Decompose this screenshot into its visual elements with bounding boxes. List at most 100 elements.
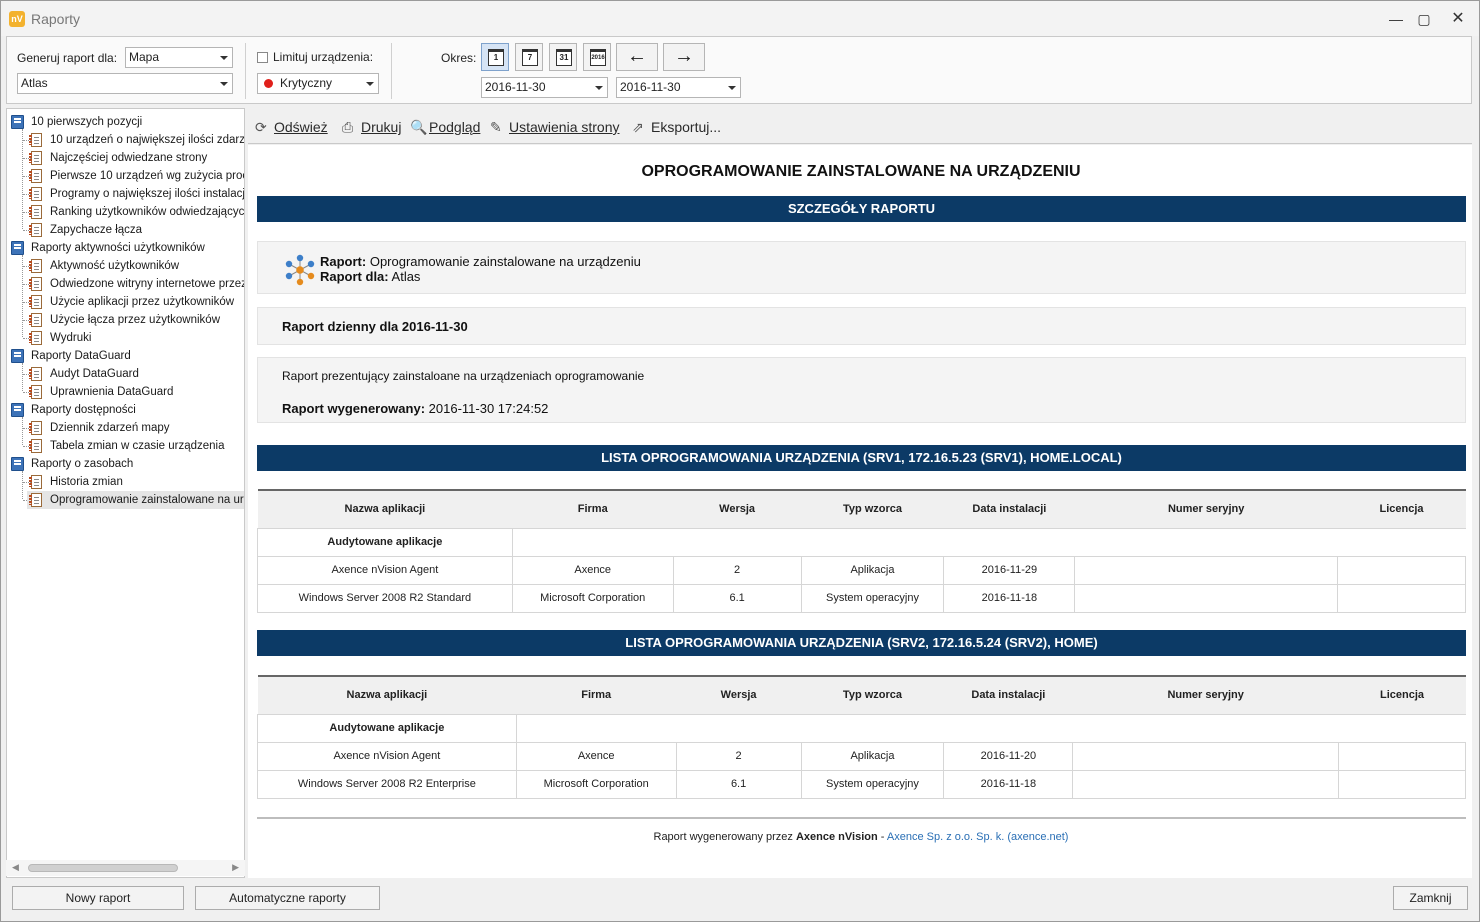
column-header: Licencja bbox=[1337, 489, 1466, 528]
report-doc-icon bbox=[29, 439, 42, 453]
report-tree: 10 pierwszych pozycji 10 urządzeń o najw… bbox=[6, 108, 245, 878]
period-month-button[interactable]: 31 bbox=[549, 43, 577, 71]
tree-item-label: 10 urządzeń o największej ilości zdarzeń bbox=[50, 134, 245, 146]
maximize-icon[interactable]: ▢ bbox=[1413, 9, 1435, 29]
tree-item[interactable]: Użycie łącza przez użytkowników bbox=[29, 311, 220, 329]
description-box: Raport prezentujący zainstaloane na urzą… bbox=[257, 357, 1466, 423]
tree-item[interactable]: Użycie aplikacji przez użytkowników bbox=[29, 293, 234, 311]
table-cell: 2016-11-18 bbox=[943, 769, 1074, 799]
column-header: Numer seryjny bbox=[1074, 489, 1338, 528]
chevron-down-icon bbox=[366, 82, 374, 86]
automatic-reports-button[interactable]: Automatyczne raporty bbox=[195, 886, 380, 910]
table-cell bbox=[515, 713, 1466, 743]
report-options-toolbar: Generuj raport dla: Mapa Atlas Limituj u… bbox=[6, 36, 1472, 104]
scroll-left-icon[interactable]: ◀ bbox=[12, 862, 19, 873]
report-type-dropdown[interactable]: Mapa bbox=[125, 47, 233, 68]
export-icon: ⇗ bbox=[632, 119, 644, 135]
period-year-button[interactable]: 2016 bbox=[583, 43, 611, 71]
limit-devices-checkbox[interactable] bbox=[257, 52, 268, 63]
tree-line bbox=[22, 255, 23, 337]
report-type-value: Mapa bbox=[129, 50, 160, 64]
divider bbox=[245, 43, 246, 99]
report-actions-toolbar: ⟳ Odśwież ⎙ Drukuj 🔍 Podgląd ✎ Ustawienia st… bbox=[248, 110, 1472, 144]
table-row: Windows Server 2008 R2 Standard Microsof… bbox=[257, 583, 1466, 613]
tree-group-user-activity[interactable]: Raporty aktywności użytkowników bbox=[11, 239, 205, 257]
refresh-button[interactable]: ⟳ Odśwież bbox=[255, 119, 328, 136]
tree-item[interactable]: Ranking użytkowników odwiedzających stro… bbox=[29, 203, 244, 221]
tree-item[interactable]: Pierwsze 10 urządzeń wg zużycia procesor… bbox=[29, 167, 244, 185]
tree-item[interactable]: Najczęściej odwiedzane strony bbox=[29, 149, 207, 167]
report-doc-icon bbox=[29, 313, 42, 327]
tree-item[interactable]: 10 urządzeń o największej ilości zdarzeń bbox=[29, 131, 245, 149]
scrollbar-thumb[interactable] bbox=[28, 864, 178, 872]
tree-group-top10[interactable]: 10 pierwszych pozycji bbox=[11, 113, 142, 131]
tree-item[interactable]: Wydruki bbox=[29, 329, 91, 347]
export-button[interactable]: ⇗ Eksportuj... bbox=[632, 119, 721, 136]
report-title: OPROGRAMOWANIE ZAINSTALOWANE NA URZĄDZEN… bbox=[641, 163, 1081, 180]
report-doc-icon bbox=[29, 493, 42, 507]
column-header: Data instalacji bbox=[943, 489, 1075, 528]
export-label: Eksportuj... bbox=[651, 119, 722, 135]
date-to-picker[interactable]: 2016-11-30 bbox=[616, 77, 741, 98]
report-doc-icon bbox=[29, 169, 42, 183]
preview-button[interactable]: 🔍 Podgląd bbox=[410, 119, 480, 136]
table-cell: 2016-11-20 bbox=[943, 741, 1074, 771]
tree-item[interactable]: Audyt DataGuard bbox=[29, 365, 139, 383]
footer-company-link[interactable]: Axence Sp. z o.o. Sp. k. (axence.net) bbox=[887, 831, 1069, 843]
report-for-label: Raport dla: bbox=[320, 269, 389, 284]
close-button[interactable]: Zamknij bbox=[1393, 886, 1468, 910]
previous-period-button[interactable]: ← bbox=[616, 43, 658, 71]
tree-group-assets[interactable]: Raporty o zasobach bbox=[11, 455, 133, 473]
next-period-button[interactable]: → bbox=[663, 43, 705, 71]
tree-item[interactable]: Dziennik zdarzeń mapy bbox=[29, 419, 170, 437]
column-header: Licencja bbox=[1338, 675, 1466, 714]
report-description: Raport prezentujący zainstaloane na urzą… bbox=[282, 369, 645, 383]
page-settings-button[interactable]: ✎ Ustawienia strony bbox=[490, 119, 620, 136]
report-target-dropdown[interactable]: Atlas bbox=[17, 73, 233, 94]
scroll-right-icon[interactable]: ▶ bbox=[232, 862, 239, 873]
tree-group-dataguard[interactable]: Raporty DataGuard bbox=[11, 347, 131, 365]
tree-item-selected[interactable]: Oprogramowanie zainstalowane na urządzen… bbox=[27, 491, 244, 509]
software-table: Nazwa aplikacji Firma Wersja Typ wzorca … bbox=[257, 675, 1466, 799]
arrow-right-icon: → bbox=[674, 45, 694, 67]
report-doc-icon bbox=[29, 151, 42, 165]
tree-item[interactable]: Historia zmian bbox=[29, 473, 123, 491]
details-header: SZCZEGÓŁY RAPORTU bbox=[257, 196, 1466, 222]
new-report-button[interactable]: Nowy raport bbox=[12, 886, 184, 910]
edit-page-icon: ✎ bbox=[490, 119, 502, 135]
network-icon bbox=[285, 254, 315, 286]
book-icon bbox=[11, 403, 24, 417]
tree-item[interactable]: Uprawnienia DataGuard bbox=[29, 383, 173, 401]
tree-item[interactable]: Tabela zmian w czasie urządzenia bbox=[29, 437, 225, 455]
tree-group-label: Raporty o zasobach bbox=[31, 458, 134, 470]
date-from-picker[interactable]: 2016-11-30 bbox=[481, 77, 608, 98]
tree-line bbox=[22, 363, 23, 391]
page-settings-label: Ustawienia strony bbox=[509, 119, 620, 135]
table-row: Axence nVision Agent Axence 2 Aplikacja … bbox=[257, 555, 1466, 585]
period-week-button[interactable]: 7 bbox=[515, 43, 543, 71]
period-day-button[interactable]: 1 bbox=[481, 43, 509, 71]
tree-item[interactable]: Programy o największej ilości instalacji bbox=[29, 185, 244, 203]
period-label: Okres: bbox=[441, 51, 477, 65]
close-icon[interactable]: ✕ bbox=[1447, 9, 1469, 29]
report-target-value: Atlas bbox=[21, 76, 48, 90]
tree-group-availability[interactable]: Raporty dostępności bbox=[11, 401, 136, 419]
tree-horizontal-scrollbar[interactable]: ◀ ▶ bbox=[6, 860, 245, 876]
table-cell bbox=[1072, 741, 1340, 771]
title-bar: nV Raporty — ▢ ✕ bbox=[0, 0, 1480, 36]
report-doc-icon bbox=[29, 133, 42, 147]
tree-item[interactable]: Odwiedzone witryny internetowe przez uży… bbox=[29, 275, 244, 293]
severity-value: Krytyczny bbox=[280, 76, 333, 90]
minimize-icon[interactable]: — bbox=[1385, 9, 1407, 29]
tree-line bbox=[22, 417, 23, 445]
table-cell bbox=[1338, 769, 1466, 799]
tree-item[interactable]: Zapychacze łącza bbox=[29, 221, 142, 239]
table-cell: Axence nVision Agent bbox=[257, 555, 513, 585]
print-button[interactable]: ⎙ Drukuj bbox=[342, 119, 401, 136]
report-doc-icon bbox=[29, 421, 42, 435]
table-cell: Windows Server 2008 R2 Standard bbox=[257, 583, 513, 613]
tree-item[interactable]: Aktywność użytkowników bbox=[29, 257, 179, 275]
table-cell: 2016-11-29 bbox=[943, 555, 1076, 585]
book-icon bbox=[11, 241, 24, 255]
severity-dropdown[interactable]: Krytyczny bbox=[257, 73, 379, 94]
